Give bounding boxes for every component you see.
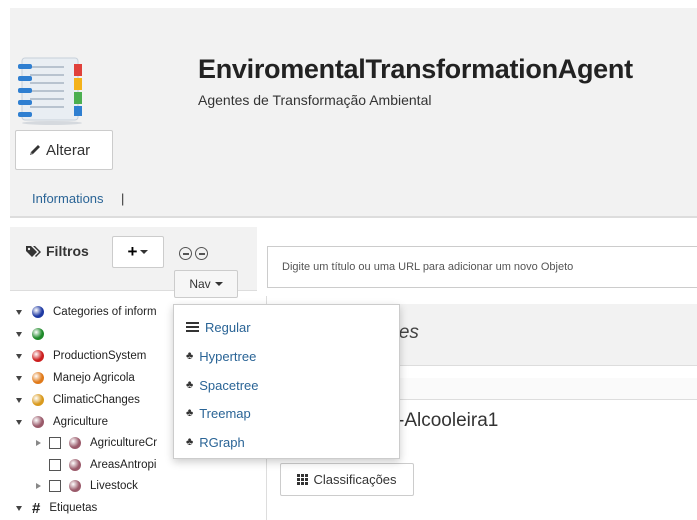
page-subtitle: Agentes de Transformação Ambiental	[198, 92, 432, 108]
nav-menu-item-label: Spacetree	[199, 377, 259, 393]
tree-icon: ♣	[186, 407, 194, 419]
nav-menu-item[interactable]: ♣ Treemap	[186, 403, 251, 423]
nav-menu-item[interactable]: Regular	[186, 317, 251, 337]
nav-menu-item[interactable]: ♣ Hypertree	[186, 346, 256, 366]
nav-menu-item-label: RGraph	[199, 434, 245, 450]
pencil-icon	[30, 145, 40, 155]
category-color-icon	[69, 459, 81, 471]
tree-item-label: Categories of inform	[53, 306, 157, 318]
nav-menu-item[interactable]: ♣ Spacetree	[186, 375, 258, 395]
page-header	[10, 8, 697, 218]
tree-item-label: Livestock	[90, 480, 138, 492]
tree-icon: ♣	[186, 379, 194, 391]
nav-menu-item-label: Regular	[205, 319, 251, 335]
tree-item-label: ProductionSystem	[53, 350, 147, 362]
edit-button[interactable]: Alterar	[15, 130, 113, 170]
tree-item[interactable]: Livestock	[36, 477, 138, 495]
expand-right-icon[interactable]	[36, 483, 41, 489]
category-color-icon	[32, 328, 44, 340]
expand-down-icon[interactable]	[16, 419, 22, 425]
add-filter-label: +	[127, 242, 138, 261]
tree-item-label: ClimaticChanges	[53, 394, 140, 406]
tree-item[interactable]	[16, 325, 53, 343]
object-title: -Alcooleira1	[398, 410, 499, 431]
classifications-label: Classificações	[313, 472, 397, 487]
expand-down-icon[interactable]	[16, 505, 22, 511]
tree-item[interactable]: AreasAntropi	[36, 456, 156, 474]
tree-item-checkbox[interactable]	[49, 459, 61, 471]
tree-item[interactable]: # Etiquetas	[16, 499, 97, 517]
hash-icon: #	[32, 499, 41, 517]
nav-menu-item[interactable]: ♣ RGraph	[186, 432, 245, 452]
classifications-button[interactable]: Classificações	[280, 463, 414, 496]
add-filter-button[interactable]: +	[112, 236, 164, 268]
nav-dropdown-menu: Regular ♣ Hypertree ♣ Spacetree ♣ Treemap ♣ RGra…	[173, 304, 400, 459]
collapse-icon[interactable]	[195, 247, 208, 260]
tree-item-label: AreasAntropi	[90, 459, 157, 471]
filters-label: Filtros	[46, 243, 89, 259]
expand-down-icon[interactable]	[16, 353, 22, 359]
tree-item[interactable]: Categories of inform	[16, 303, 157, 321]
nav-menu-item-label: Treemap	[199, 405, 251, 421]
new-object-input[interactable]	[267, 246, 697, 288]
tree-item-label: Etiquetas	[49, 502, 98, 514]
filters-header: Filtros	[26, 243, 89, 259]
expand-right-icon[interactable]	[36, 440, 41, 446]
tree-item[interactable]: AgricultureCr	[36, 434, 157, 452]
tree-icon: ♣	[186, 350, 194, 362]
chevron-down-icon	[214, 282, 223, 286]
informations-link[interactable]: Informations	[32, 191, 104, 206]
list-icon	[186, 322, 199, 332]
agent-logo-icon	[18, 57, 82, 125]
tags-icon	[26, 245, 41, 257]
tree-item-label: AgricultureCr	[90, 437, 158, 449]
chevron-down-icon	[140, 250, 149, 254]
nav-menu-item-label: Hypertree	[199, 348, 257, 364]
category-color-icon	[32, 416, 44, 428]
expand-down-icon[interactable]	[16, 309, 22, 315]
category-color-icon	[69, 437, 81, 449]
tree-item-label: Manejo Agricola	[53, 372, 135, 384]
expand-down-icon[interactable]	[16, 397, 22, 403]
expand-down-icon[interactable]	[16, 375, 22, 381]
collapse-all-icon[interactable]	[179, 247, 192, 260]
tree-item[interactable]: ProductionSystem	[16, 347, 146, 365]
page-title: EnviromentalTransformationAgent	[198, 54, 633, 84]
tree-item[interactable]: Agriculture	[16, 413, 108, 431]
expand-down-icon[interactable]	[16, 331, 22, 337]
category-color-icon	[32, 306, 44, 318]
nav-dropdown-button[interactable]: Nav	[174, 270, 238, 298]
tree-item-checkbox[interactable]	[49, 480, 61, 492]
edit-button-label: Alterar	[46, 141, 91, 159]
category-color-icon	[32, 394, 44, 406]
tree-item-label: Agriculture	[53, 416, 108, 428]
nav-button-label: Nav	[189, 277, 211, 291]
category-color-icon	[69, 480, 81, 492]
link-separator: |	[121, 191, 125, 206]
category-color-icon	[32, 350, 44, 362]
tree-icon: ♣	[186, 436, 194, 448]
tree-item[interactable]: Manejo Agricola	[16, 369, 135, 387]
grid-icon	[297, 474, 309, 485]
tree-item-checkbox[interactable]	[49, 437, 61, 449]
category-color-icon	[32, 372, 44, 384]
tree-item[interactable]: ClimaticChanges	[16, 391, 140, 409]
